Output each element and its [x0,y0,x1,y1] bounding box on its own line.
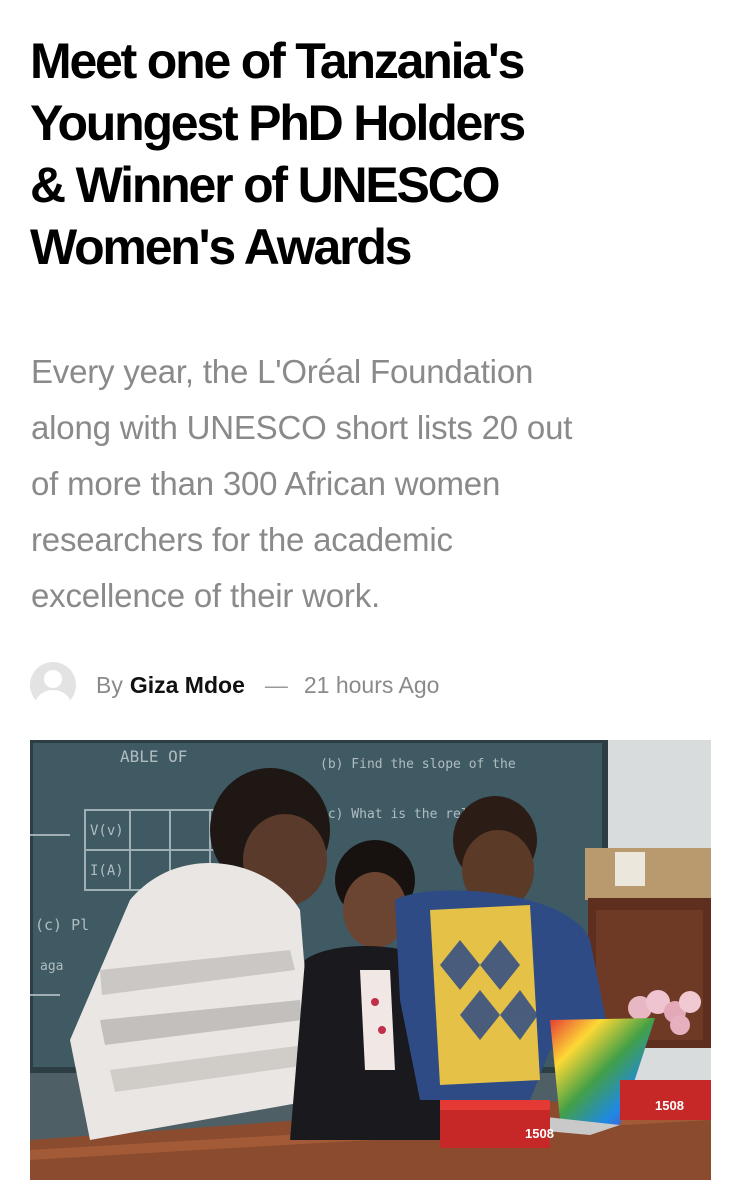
author-avatar[interactable] [30,662,76,708]
blackboard-text: V(v) [90,823,124,839]
avatar-shoulders-icon [35,690,71,708]
blackboard-text: aga [40,959,63,974]
dek-line: researchers for the academic [31,521,453,558]
published-time: 21 hours Ago [303,671,440,698]
byline-separator: — [264,671,288,698]
classroom-photo-illustration: ABLE OF (b) Find the slope of the (c) Wh… [30,740,711,1180]
dek-line: Every year, the L'Oréal Foundation [31,353,534,390]
dek-line: excellence of their work. [31,577,380,614]
headline-line: & Winner of UNESCO [30,157,500,213]
dek-line: of more than 300 African women [31,465,501,502]
blackboard-text: (c) Pl [35,916,89,934]
article-headline[interactable]: Meet one of Tanzania's Youngest PhD Hold… [30,30,720,278]
dek-line: along with UNESCO short lists 20 out [31,409,573,446]
blackboard-text: I(A) [90,863,124,879]
avatar-placeholder-icon [44,670,62,688]
article-hero-image[interactable]: ABLE OF (b) Find the slope of the (c) Wh… [30,740,711,1180]
article-dek: Every year, the L'Oréal Foundation along… [31,344,721,624]
byline-by-label: By [96,671,123,698]
blackboard-text: (b) Find the slope of the [320,757,516,772]
headline-line: Meet one of Tanzania's [30,33,525,89]
byline: By Giza Mdoe — 21 hours Ago [30,660,439,710]
article: Meet one of Tanzania's Youngest PhD Hold… [0,0,741,1200]
box-label: 1508 [655,1098,684,1113]
headline-line: Women's Awards [30,219,412,275]
box-label: 1508 [525,1126,554,1141]
blackboard-text: ABLE OF [120,747,187,766]
author-name-link[interactable]: Giza Mdoe [130,672,245,699]
headline-line: Youngest PhD Holders [30,95,526,151]
